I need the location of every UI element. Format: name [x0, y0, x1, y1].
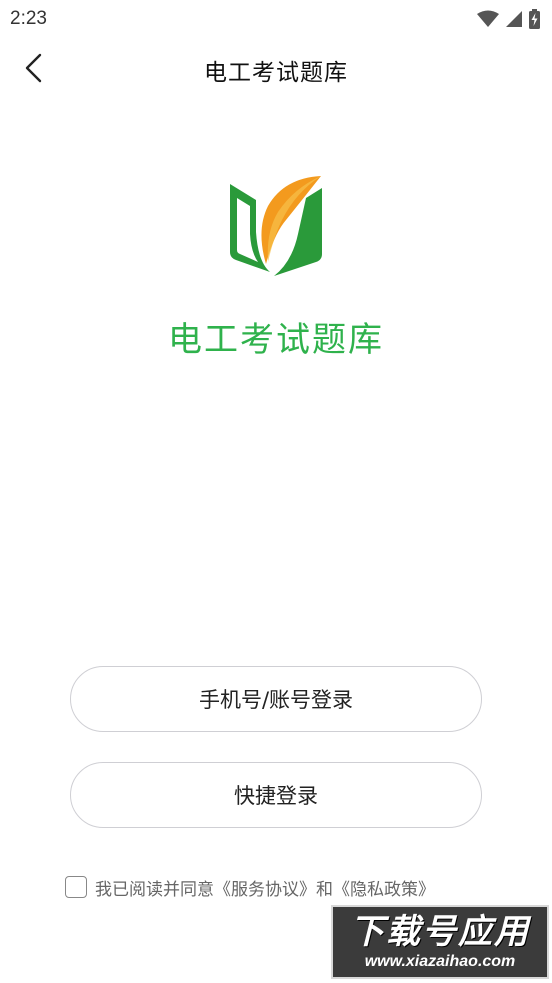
agreement-and: 和 [316, 879, 333, 900]
battery-charging-icon [529, 9, 540, 29]
wifi-icon [477, 10, 499, 28]
back-button[interactable] [14, 50, 54, 90]
signal-icon [505, 10, 523, 28]
app-header: 电工考试题库 [0, 42, 552, 98]
service-agreement-link[interactable]: 《服务协议》 [214, 875, 316, 900]
watermark: 下载号应用 www.xiazaihao.com [331, 905, 549, 979]
page-title: 电工考试题库 [204, 60, 348, 86]
app-name: 电工考试题库 [168, 320, 384, 360]
chevron-left-icon [23, 53, 45, 87]
app-logo [226, 172, 326, 282]
agreement-prefix: 我已阅读并同意 [95, 879, 214, 900]
status-bar: 2:23 [0, 0, 552, 38]
login-screen: 2:23 电工考试题库 电工考试题库 手机号/账号登录 快捷登录 我已阅读并同意… [0, 0, 552, 983]
watermark-url: www.xiazaihao.com [364, 953, 516, 970]
book-leaf-logo-icon [230, 176, 322, 276]
agreement-checkbox[interactable] [65, 876, 87, 898]
privacy-policy-link[interactable]: 《隐私政策》 [333, 875, 435, 900]
status-icons [477, 9, 540, 29]
quick-login-button[interactable]: 快捷登录 [70, 762, 482, 828]
watermark-main: 下载号应用 [350, 912, 530, 952]
phone-account-login-button[interactable]: 手机号/账号登录 [70, 666, 482, 732]
status-time: 2:23 [10, 8, 47, 29]
agreement-row: 我已阅读并同意 《服务协议》和《隐私政策》 [65, 874, 435, 900]
